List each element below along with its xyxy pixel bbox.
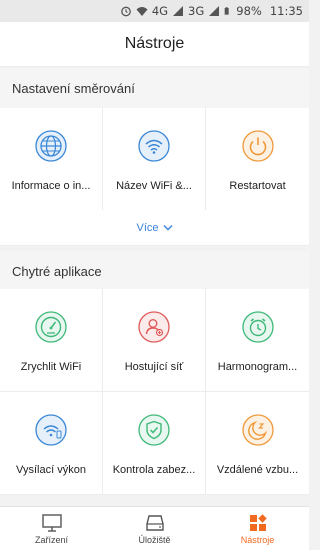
tool-guest-network[interactable]: Hostující síť (103, 289, 206, 392)
tab-label: Zařízení (34, 534, 68, 545)
tool-label: Zrychlit WiFi (20, 361, 82, 373)
shield-check-icon (138, 414, 170, 446)
tab-label: Nástroje (240, 534, 275, 545)
page-title: Nástroje (124, 35, 185, 52)
tool-label: Název WiFi &... (116, 180, 192, 192)
battery-percent: 98% (236, 4, 262, 18)
more-label: Více (136, 221, 159, 234)
tool-label: Hostující síť (124, 361, 184, 373)
bottom-tab-bar: Zařízení Úložiště Nástroje (0, 506, 309, 550)
tool-router-info[interactable]: Informace o in... (0, 108, 103, 211)
tool-restart[interactable]: Restartovat (206, 108, 309, 211)
speedometer-icon (35, 311, 67, 343)
tool-transmit-power[interactable]: Vysílací výkon (0, 392, 103, 495)
tool-label: Vysílací výkon (16, 464, 86, 476)
tool-wifi-name[interactable]: Název WiFi &... (103, 108, 206, 211)
apps-section-label: Chytré aplikace (12, 263, 102, 279)
globe-icon (35, 130, 67, 162)
network-2-label: 3G (188, 4, 205, 18)
tool-schedule[interactable]: Harmonogram... (206, 289, 309, 392)
wifi-status-icon (136, 7, 148, 16)
apps-grid: Zrychlit WiFi Hostující síť Harmonogram.… (0, 289, 309, 495)
routing-section-title: Nastavení směrování (0, 68, 309, 108)
wifi-icon (138, 130, 170, 162)
tool-security-check[interactable]: Kontrola zabez... (103, 392, 206, 495)
storage-icon (145, 514, 164, 531)
clock-time: 11:35 (269, 4, 303, 18)
alarm-icon (120, 6, 131, 17)
signal-icon-2 (209, 6, 220, 16)
chevron-down-icon (163, 225, 172, 231)
more-button[interactable]: Více (0, 210, 309, 246)
battery-icon (224, 7, 229, 15)
alarm-clock-icon (241, 311, 274, 343)
page-header: Nástroje (0, 22, 309, 67)
apps-section-title: Chytré aplikace (0, 251, 309, 291)
power-icon (241, 130, 274, 162)
tab-label: Úložiště (138, 534, 171, 545)
tool-label: Harmonogram... (217, 361, 298, 373)
tab-storage[interactable]: Úložiště (103, 507, 206, 550)
guest-user-icon (138, 311, 170, 343)
tab-tools[interactable]: Nástroje (206, 507, 309, 550)
tool-speed-up-wifi[interactable]: Zrychlit WiFi (0, 289, 103, 392)
tab-devices[interactable]: Zařízení (0, 507, 103, 550)
tools-grid-icon (249, 513, 267, 531)
network-1-label: 4G (151, 4, 169, 18)
tool-remote-wake[interactable]: Vzdálené vzbu... (206, 392, 309, 495)
tool-label: Vzdálené vzbu... (216, 464, 299, 476)
signal-icon (173, 6, 184, 16)
signal-power-icon (35, 414, 67, 446)
routing-grid: Informace o in... Název WiFi &... Restar… (0, 108, 309, 211)
tool-label: Kontrola zabez... (112, 464, 196, 476)
routing-section-label: Nastavení směrování (12, 80, 135, 96)
tool-label: Restartovat (229, 180, 286, 192)
sleep-moon-icon (241, 414, 274, 446)
status-bar: 4G 3G 98% 11:35 (0, 0, 309, 22)
tool-label: Informace o in... (11, 180, 91, 192)
monitor-icon (41, 513, 62, 532)
